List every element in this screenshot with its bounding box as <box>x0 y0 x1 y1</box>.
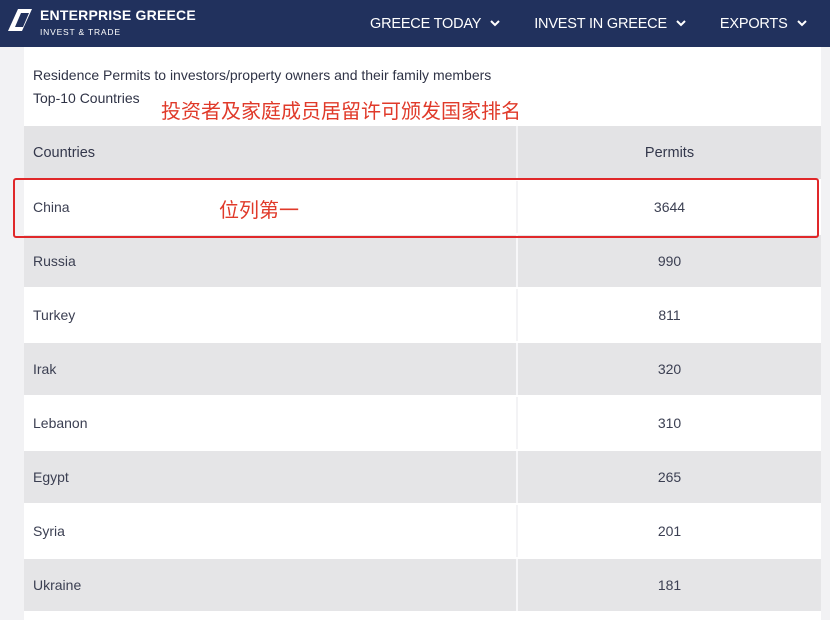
brand-logo[interactable]: ENTERPRISE GREECE INVEST & TRADE <box>8 7 196 39</box>
table-row: Turkey 811 <box>24 288 821 343</box>
permits-cell: 3644 <box>517 180 821 235</box>
table-row: Syria 201 <box>24 504 821 559</box>
permits-cell: 811 <box>517 288 821 343</box>
nav-invest-in-greece[interactable]: INVEST IN GREECE <box>534 16 686 32</box>
table-bottom-edge <box>24 613 821 620</box>
chevron-down-icon <box>676 20 686 27</box>
permits-cell: 320 <box>517 342 821 397</box>
nav-greece-today-label: GREECE TODAY <box>370 15 482 32</box>
content-panel: Residence Permits to investors/property … <box>24 47 821 620</box>
main-nav: GREECE TODAY INVEST IN GREECE EXPORTS A <box>370 0 830 47</box>
column-header-countries: Countries <box>24 126 518 181</box>
table-header-row: Countries Permits <box>24 126 821 181</box>
brand-title: ENTERPRISE GREECE <box>40 7 196 23</box>
country-cell: Lebanon <box>24 396 518 451</box>
permits-cell: 201 <box>517 504 821 559</box>
brand-subtitle: INVEST & TRADE <box>40 27 121 37</box>
logo-mark-icon <box>8 9 32 31</box>
chevron-down-icon <box>796 20 807 27</box>
nav-greece-today[interactable]: GREECE TODAY <box>370 16 500 32</box>
country-cell: Irak <box>24 342 518 397</box>
permits-cell: 310 <box>517 396 821 451</box>
table-row: Irak 320 <box>24 342 821 397</box>
country-cell: Turkey <box>24 288 518 343</box>
chevron-down-icon <box>490 20 500 27</box>
column-header-permits: Permits <box>517 126 821 181</box>
table-row: Ukraine 181 <box>24 558 821 613</box>
brand-text: ENTERPRISE GREECE INVEST & TRADE <box>40 7 196 38</box>
permits-cell: 181 <box>517 558 821 613</box>
table-row: Russia 990 <box>24 234 821 289</box>
table-row: China 3644 <box>24 180 821 235</box>
annotation-first-place: 位列第一 <box>219 200 299 222</box>
table-subcaption: Top-10 Countries <box>33 90 140 106</box>
country-cell: Egypt <box>24 450 518 505</box>
permits-table: Countries Permits China 3644 Russia 990 … <box>24 126 821 613</box>
country-cell: Ukraine <box>24 558 518 613</box>
table-row: Lebanon 310 <box>24 396 821 451</box>
nav-invest-in-greece-label: INVEST IN GREECE <box>534 15 667 32</box>
table-caption: Residence Permits to investors/property … <box>33 67 492 83</box>
annotation-title: 投资者及家庭成员居留许可颁发国家排名 <box>161 101 521 123</box>
permits-cell: 265 <box>517 450 821 505</box>
nav-exports[interactable]: EXPORTS <box>720 16 807 32</box>
nav-exports-label: EXPORTS <box>719 15 788 32</box>
country-cell: Syria <box>24 504 518 559</box>
table-row: Egypt 265 <box>24 450 821 505</box>
permits-cell: 990 <box>517 234 821 289</box>
country-cell: Russia <box>24 234 518 289</box>
top-navigation-bar: ENTERPRISE GREECE INVEST & TRADE GREECE … <box>0 0 830 47</box>
